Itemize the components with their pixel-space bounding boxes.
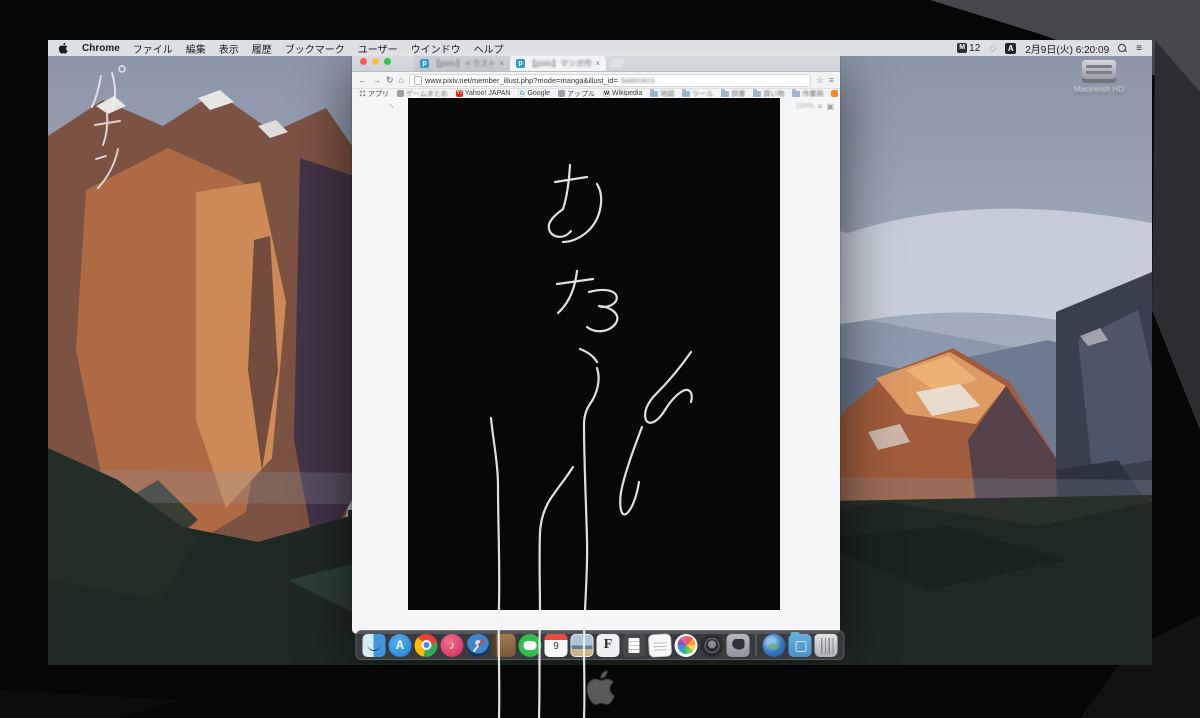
tab-1-close-icon[interactable]: × bbox=[499, 59, 504, 68]
pixiv-favicon: p bbox=[516, 59, 525, 68]
address-bar[interactable]: www.pixiv.net/member_illust.php?mode=man… bbox=[409, 74, 811, 87]
desktop-hdd-icon[interactable]: Macintosh HD bbox=[1070, 60, 1128, 94]
bookmark-yahoo-japan[interactable]: Y!Yahoo! JAPAN bbox=[456, 90, 511, 97]
minimize-window-button[interactable] bbox=[372, 58, 379, 65]
apple-site-icon bbox=[558, 90, 565, 97]
bookmark-wikipedia[interactable]: WWikipedia bbox=[603, 90, 642, 97]
bezel-apple-logo bbox=[583, 668, 617, 706]
zoom-label: 100% bbox=[796, 103, 814, 110]
menu-item-window[interactable]: ウインドウ bbox=[411, 41, 461, 56]
notification-center-icon[interactable]: ≡ bbox=[1136, 43, 1142, 54]
dock-photos-icon[interactable] bbox=[675, 634, 698, 657]
dock: A ♪ 9 F bbox=[356, 630, 845, 660]
pixiv-page-content: ↔ 100% ≡ ▣ bbox=[352, 97, 840, 634]
reload-icon[interactable]: ↻ bbox=[386, 76, 394, 85]
menu-item-file[interactable]: ファイル bbox=[133, 41, 173, 56]
apps-grid-icon bbox=[359, 90, 366, 97]
folder-icon bbox=[792, 91, 800, 97]
close-window-button[interactable] bbox=[360, 58, 367, 65]
menu-item-edit[interactable]: 編集 bbox=[186, 41, 206, 56]
bookmark-star-icon[interactable]: ☆ bbox=[816, 76, 824, 85]
spotlight-icon[interactable] bbox=[1118, 44, 1127, 53]
zoom-window-button[interactable] bbox=[384, 58, 391, 65]
dock-app-store-icon[interactable]: A bbox=[389, 634, 412, 657]
dock-network-globe-icon[interactable] bbox=[763, 634, 786, 657]
dock-safari-icon[interactable] bbox=[467, 634, 490, 657]
memory-value: 12 bbox=[969, 43, 980, 54]
menu-item-history[interactable]: 履歴 bbox=[252, 41, 272, 56]
new-tab-button[interactable] bbox=[609, 59, 624, 69]
hdd-drive-icon bbox=[1082, 60, 1116, 83]
dock-separator bbox=[756, 634, 757, 656]
list-view-icon[interactable]: ≡ bbox=[818, 102, 823, 111]
menu-item-help[interactable]: ヘルプ bbox=[474, 41, 504, 56]
dock-chrome-icon[interactable] bbox=[415, 634, 438, 657]
folder-icon bbox=[721, 91, 729, 97]
folder-icon bbox=[650, 91, 658, 97]
expand-icon[interactable]: ↔ bbox=[386, 98, 399, 111]
dock-contacts-icon[interactable] bbox=[493, 634, 516, 657]
url-text: www.pixiv.net/member_illust.php?mode=man… bbox=[425, 76, 618, 85]
dock-line-icon[interactable] bbox=[519, 634, 542, 657]
dock-pictures-icon[interactable] bbox=[571, 634, 594, 657]
menu-item-view[interactable]: 表示 bbox=[219, 41, 239, 56]
menu-bar: Chrome ファイル 編集 表示 履歴 ブックマーク ユーザー ウインドウ ヘ… bbox=[48, 40, 1152, 56]
tab-1[interactable]: p 【pixiv】イラスト・マンガ × bbox=[414, 55, 510, 71]
forward-icon[interactable]: → bbox=[372, 76, 381, 85]
drawing-canvas[interactable] bbox=[408, 98, 780, 610]
dock-garageband-icon[interactable] bbox=[701, 634, 724, 657]
tab-1-title: 【pixiv】イラスト・マンガ bbox=[432, 58, 496, 69]
input-source-icon[interactable]: A bbox=[1005, 43, 1016, 54]
tab-2-title: 【pixiv】マンガ作品ページ bbox=[528, 58, 592, 69]
window-controls bbox=[360, 58, 391, 65]
tab-2-close-icon[interactable]: × bbox=[595, 59, 600, 68]
home-icon[interactable]: ⌂ bbox=[399, 76, 404, 85]
menu-clock[interactable]: 2月9日(火) 6:20:09 bbox=[1025, 41, 1109, 56]
browser-toolbar: ← → ↻ ⌂ www.pixiv.net/member_illust.php?… bbox=[352, 72, 840, 89]
dock-calendar-icon[interactable]: 9 bbox=[545, 634, 568, 657]
site-icon bbox=[397, 90, 404, 97]
dock-textedit-icon[interactable] bbox=[648, 633, 672, 657]
dock-photo-booth-icon[interactable] bbox=[727, 634, 750, 657]
page-security-icon bbox=[414, 76, 422, 85]
pixiv-favicon: p bbox=[420, 59, 429, 68]
google-icon: G bbox=[518, 90, 525, 97]
wikipedia-icon: W bbox=[603, 90, 610, 97]
status-extra-icon[interactable]: ◇ bbox=[989, 43, 996, 54]
menu-item-bookmarks[interactable]: ブックマーク bbox=[285, 41, 345, 56]
dock-downloads-folder-icon[interactable] bbox=[789, 634, 812, 657]
folder-icon bbox=[682, 91, 690, 97]
chrome-window: p 【pixiv】イラスト・マンガ × p 【pixiv】マンガ作品ページ × … bbox=[352, 52, 840, 634]
dock-itunes-icon[interactable]: ♪ bbox=[441, 634, 464, 657]
hdd-label: Macintosh HD bbox=[1070, 85, 1128, 94]
menu-item-chrome[interactable]: Chrome bbox=[82, 43, 120, 54]
memory-status[interactable]: M 12 bbox=[957, 43, 980, 54]
tab-2[interactable]: p 【pixiv】マンガ作品ページ × bbox=[510, 55, 606, 71]
dock-notes-icon[interactable] bbox=[623, 634, 646, 657]
apple-menu-icon[interactable] bbox=[58, 42, 68, 54]
dock-finder-icon[interactable] bbox=[363, 634, 386, 657]
site-icon bbox=[831, 90, 838, 97]
single-view-icon[interactable]: ▣ bbox=[826, 102, 834, 111]
bookmark-google[interactable]: GGoogle bbox=[518, 90, 550, 97]
yahoo-icon: Y! bbox=[456, 90, 463, 97]
url-illust-id: 54691823 bbox=[621, 76, 654, 85]
desktop-screen: Chrome ファイル 編集 表示 履歴 ブックマーク ユーザー ウインドウ ヘ… bbox=[48, 40, 1152, 665]
dock-font-book-icon[interactable]: F bbox=[597, 634, 620, 657]
chrome-menu-icon[interactable]: ≡ bbox=[829, 76, 834, 85]
dock-trash-icon[interactable] bbox=[815, 634, 838, 657]
memory-app-icon: M bbox=[957, 43, 967, 53]
back-icon[interactable]: ← bbox=[358, 76, 367, 85]
calendar-day: 9 bbox=[545, 641, 568, 652]
folder-icon bbox=[753, 91, 761, 97]
photo-of-imac-screen: { "colors": { "accent_blue": "#2b9cd8", … bbox=[0, 0, 1200, 718]
menu-item-users[interactable]: ユーザー bbox=[358, 41, 398, 56]
